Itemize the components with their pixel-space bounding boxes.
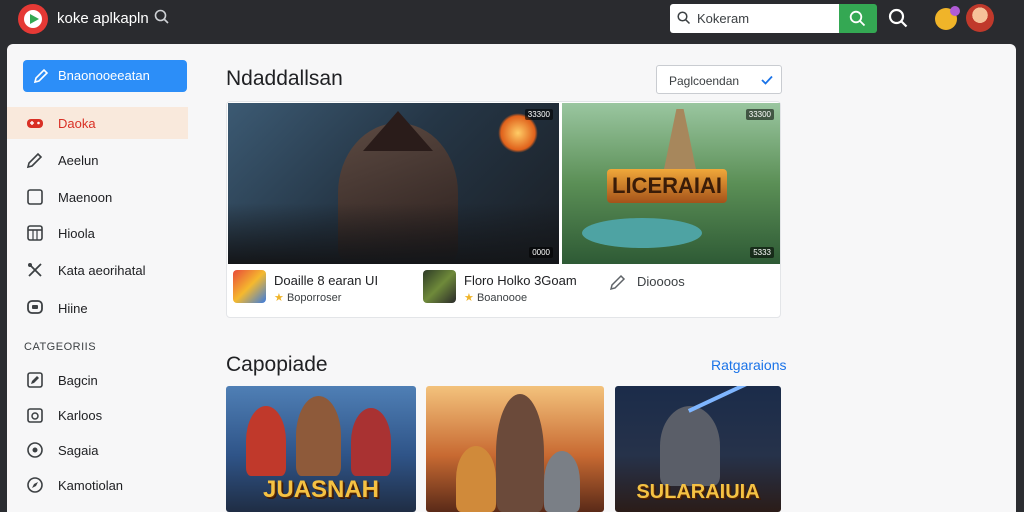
sidebar-category-karloos[interactable]: Karloos xyxy=(7,399,188,431)
sidebar-category-kamotiolan[interactable]: Kamotiolan xyxy=(7,469,188,501)
sidebar-item-label: Bagcin xyxy=(58,373,98,388)
sort-dropdown-value: Paglcoendan xyxy=(669,74,740,88)
game-thumbnail xyxy=(423,270,456,303)
create-button[interactable]: Bnaonooeeatan xyxy=(23,60,187,92)
app-logo[interactable] xyxy=(18,4,48,34)
game-card-title: JUASNAH xyxy=(262,476,379,503)
character-art xyxy=(496,394,544,512)
top-bar: koke aplkapln Kokeram xyxy=(0,0,1024,40)
section-title: Capopiade xyxy=(226,353,328,376)
notifications-avatar[interactable] xyxy=(935,6,960,30)
pencil-icon xyxy=(33,68,49,84)
banner-badge: 0000 xyxy=(529,247,553,258)
character-art xyxy=(456,446,496,512)
game-name: Doaille 8 earan UI xyxy=(274,273,379,288)
sidebar-item-label: Karloos xyxy=(58,408,103,423)
character-art xyxy=(351,408,391,476)
compass-icon xyxy=(27,477,43,493)
sidebar-category-sagaia[interactable]: Sagaia xyxy=(7,434,188,466)
app-title: koke aplkapln xyxy=(57,10,149,27)
more-link-label: Dioooos xyxy=(637,274,685,289)
sidebar: Bnaonooeeatan Daoka Aeelun Maenoon Hiool… xyxy=(7,44,205,512)
featured-title: Ndaddallsan xyxy=(226,67,343,90)
sidebar-item-label: Daoka xyxy=(58,116,96,131)
main-panel: Bnaonooeeatan Daoka Aeelun Maenoon Hiool… xyxy=(7,44,1016,512)
character-art xyxy=(296,396,341,476)
featured-card: 33300 0000 LICERAIAI 33300 5333 Doaille … xyxy=(226,101,781,318)
featured-banner-2[interactable]: LICERAIAI 33300 5333 xyxy=(562,103,780,264)
check-icon xyxy=(761,75,773,85)
game-card[interactable] xyxy=(426,386,604,512)
sidebar-item-tools[interactable]: Kata aeorihatal xyxy=(7,254,188,286)
calendar-icon xyxy=(27,225,43,241)
sidebar-item-maenoon[interactable]: Maenoon xyxy=(7,181,188,213)
search-button[interactable] xyxy=(839,4,877,33)
sidebar-item-label: Kamotiolan xyxy=(58,478,124,493)
sidebar-item-label: Hiine xyxy=(58,301,88,316)
pond-art xyxy=(582,218,702,248)
sidebar-item-label: Maenoon xyxy=(58,190,113,205)
banner-badge: 5333 xyxy=(750,247,774,258)
game-meta: ★ Boanoooe xyxy=(464,291,527,304)
search-icon xyxy=(677,11,691,25)
search-icon[interactable] xyxy=(888,8,908,33)
game-card[interactable]: SULARAIUIA xyxy=(615,386,781,512)
game-meta-text: Boporroser xyxy=(286,292,342,304)
game-card-title: SULARAIUIA xyxy=(636,481,760,503)
game-name: Floro Holko 3Goam xyxy=(464,273,577,288)
character-art xyxy=(544,451,580,512)
game-thumbnail xyxy=(233,270,266,303)
star-icon: ★ xyxy=(464,292,474,304)
sidebar-item-label: Sagaia xyxy=(58,443,99,458)
banner-shadow xyxy=(228,203,559,264)
sidebar-item-label: Kata aeorihatal xyxy=(58,263,146,278)
character-art xyxy=(246,406,286,476)
create-button-label: Bnaonooeeatan xyxy=(58,68,150,83)
search-input[interactable]: Kokeram xyxy=(670,4,839,33)
sidebar-item-hiine[interactable]: Hiine xyxy=(7,292,188,324)
game-card[interactable]: JUASNAH xyxy=(226,386,416,512)
star-icon: ★ xyxy=(274,292,284,304)
sidebar-category-bagcin[interactable]: Bagcin xyxy=(7,364,188,396)
sidebar-item-hioola[interactable]: Hioola xyxy=(7,217,188,249)
game-meta-text: Boanoooe xyxy=(476,292,528,304)
notification-dot xyxy=(950,6,960,16)
clock-icon xyxy=(27,442,43,458)
gamepad-icon xyxy=(27,119,43,128)
square-icon xyxy=(27,189,43,205)
search-icon[interactable] xyxy=(154,9,172,27)
game-meta: ★ Boporroser xyxy=(274,291,341,304)
frame-icon xyxy=(27,408,43,423)
sidebar-item-daoka[interactable]: Daoka xyxy=(7,107,188,139)
pencil-icon xyxy=(26,152,43,169)
edit-icon xyxy=(27,372,43,388)
sort-dropdown[interactable]: Paglcoendan xyxy=(656,65,782,94)
character-art xyxy=(660,406,720,486)
sidebar-item-label: Aeelun xyxy=(58,153,99,168)
chat-icon xyxy=(27,300,43,314)
search-icon xyxy=(849,10,866,27)
sidebar-item-label: Hioola xyxy=(58,226,95,241)
categories-heading: CATGEORIIS xyxy=(24,341,97,353)
banner-badge: 33300 xyxy=(524,109,553,120)
game-logo-art: LICERAIAI xyxy=(607,169,727,203)
see-all-link[interactable]: Ratgaraions xyxy=(711,357,787,373)
avatar[interactable] xyxy=(966,4,994,32)
search-placeholder: Kokeram xyxy=(697,11,750,26)
pencil-icon xyxy=(609,274,626,291)
featured-banner-1[interactable]: 33300 0000 xyxy=(228,103,559,264)
tools-icon xyxy=(28,263,42,277)
banner-badge: 33300 xyxy=(745,109,774,120)
sidebar-item-aeelun[interactable]: Aeelun xyxy=(7,144,188,176)
